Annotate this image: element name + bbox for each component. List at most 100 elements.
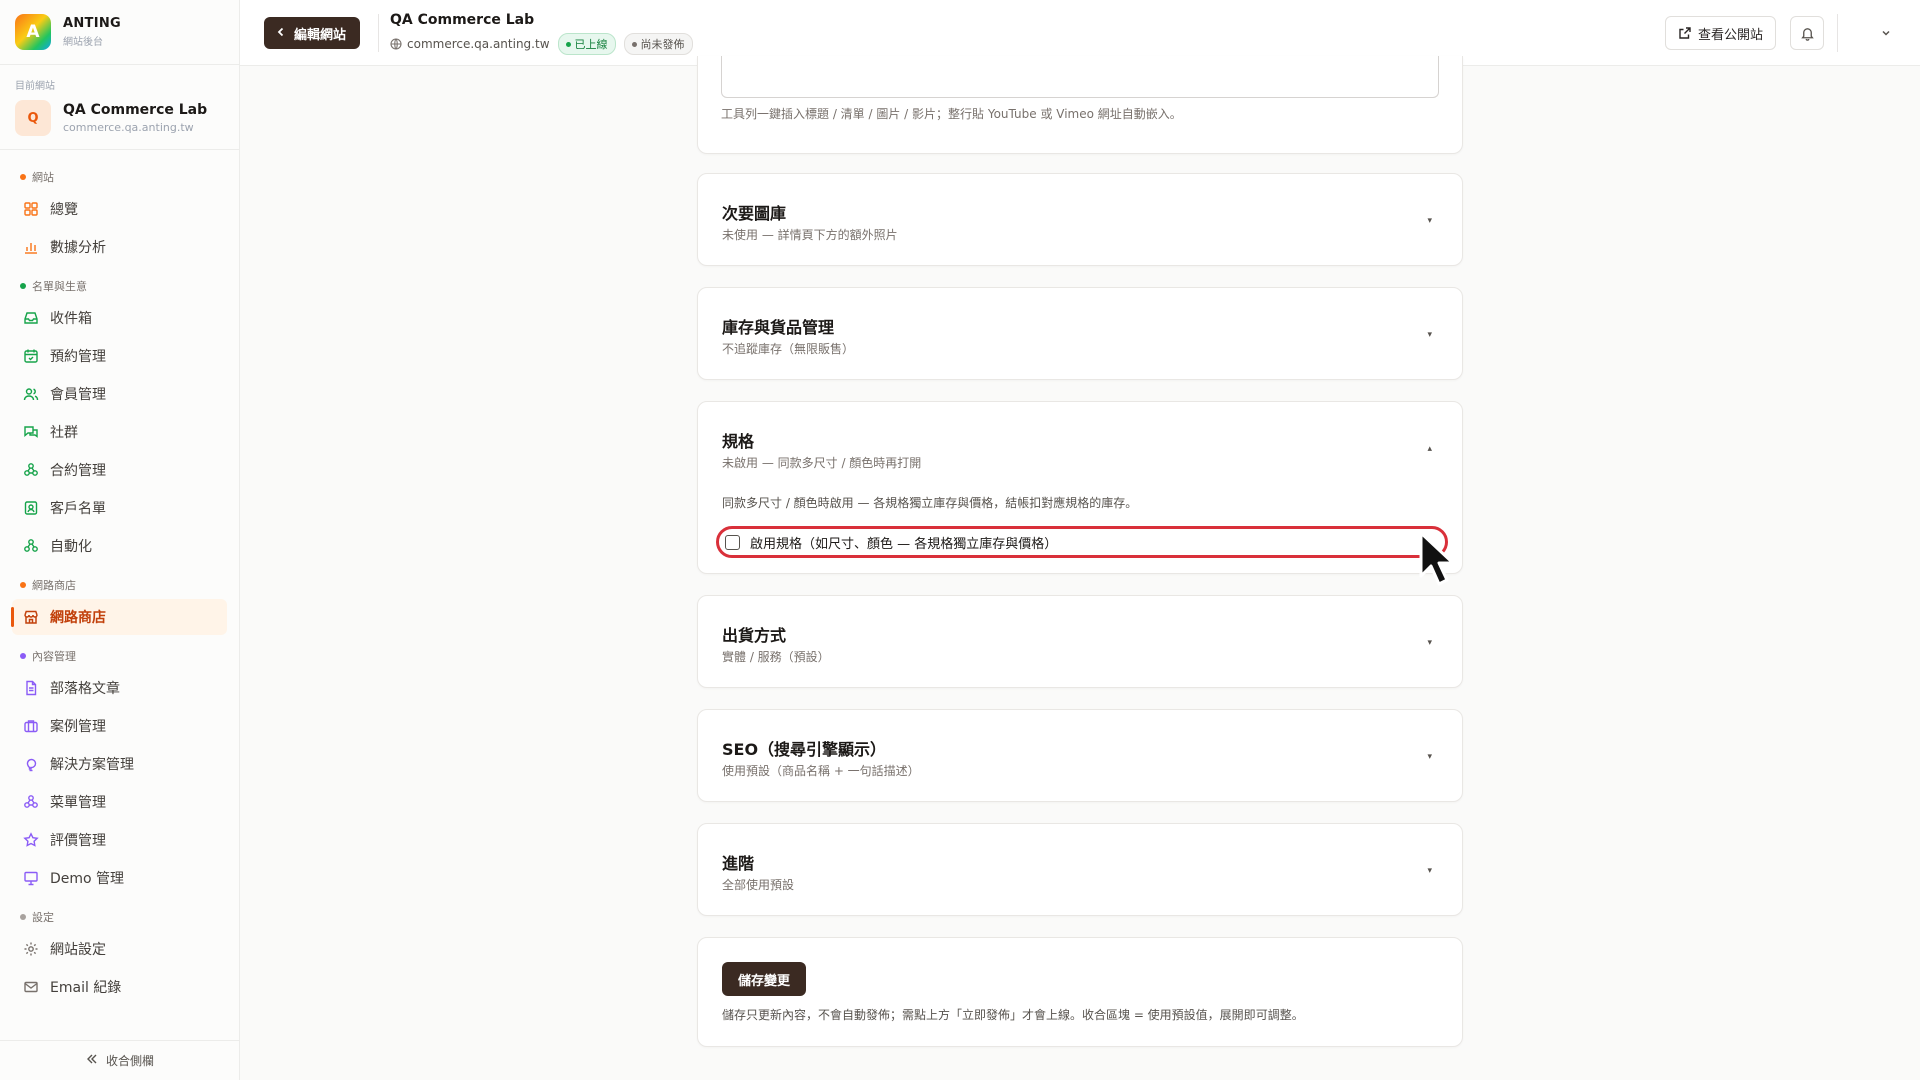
view-public-site-button[interactable]: 查看公開站 — [1665, 16, 1777, 50]
sidebar-item-contracts[interactable]: 合約管理 — [12, 452, 227, 488]
save-note: 儲存只更新內容，不會自動發佈；需點上方「立即發佈」才會上線。收合區塊 = 使用預… — [722, 1008, 1304, 1022]
enable-variants-checkbox[interactable] — [725, 534, 740, 550]
site-avatar: Q — [15, 100, 51, 136]
sidebar-item-inbox[interactable]: 收件箱 — [12, 300, 227, 336]
sidebar-item-label: 客戶名單 — [50, 501, 106, 517]
sidebar-item-blog[interactable]: 部落格文章 — [12, 670, 227, 706]
users-icon — [22, 385, 40, 403]
account-menu-button[interactable] — [1880, 24, 1892, 43]
sidebar-item-customers[interactable]: 客戶名單 — [12, 490, 227, 526]
section-dot — [20, 914, 26, 920]
brand-header: A ANTING 網站後台 — [0, 0, 239, 65]
status-badge-live: 已上線 — [557, 33, 616, 55]
enable-variants-highlight[interactable]: 啟用規格（如尺寸、顏色 — 各規格獨立庫存與價格） — [716, 526, 1448, 558]
sidebar-item-cases[interactable]: 案例管理 — [12, 708, 227, 744]
sidebar-item-analytics[interactable]: 數據分析 — [12, 229, 227, 265]
sidebar-item-label: 自動化 — [50, 539, 92, 555]
sidebar-item-menus[interactable]: 菜單管理 — [12, 784, 227, 820]
notifications-button[interactable] — [1790, 16, 1824, 50]
section-title: 出貨方式 — [722, 626, 787, 645]
sidebar-item-label: 合約管理 — [50, 463, 106, 479]
sidebar-item-label: 部落格文章 — [50, 681, 120, 697]
chevron-left-icon — [276, 26, 286, 40]
collapse-sidebar-button[interactable]: 收合側欄 — [0, 1040, 240, 1080]
sidebar-item-members[interactable]: 會員管理 — [12, 376, 227, 412]
chat-icon — [22, 423, 40, 441]
status-badge-unpublished: 尚未發佈 — [623, 33, 693, 55]
sidebar-item-demos[interactable]: Demo 管理 — [12, 860, 227, 896]
card-description-editor: 工具列一鍵插入標題 / 清單 / 圖片 / 影片；整行貼 YouTube 或 V… — [697, 56, 1463, 154]
document-icon — [22, 679, 40, 697]
sidebar-item-label: 社群 — [50, 425, 78, 441]
lightbulb-icon — [22, 755, 40, 773]
sidebar-item-label: 案例管理 — [50, 719, 106, 735]
section-subtitle: 實體 / 服務（預設） — [722, 650, 830, 664]
sidebar-item-label: 數據分析 — [50, 240, 106, 256]
sidebar-item-bookings[interactable]: 預約管理 — [12, 338, 227, 374]
divider — [378, 14, 379, 52]
sidebar-item-label: 總覽 — [50, 202, 78, 218]
briefcase-icon — [22, 717, 40, 735]
bell-icon — [1800, 27, 1814, 41]
sidebar-item-label: 評價管理 — [50, 833, 106, 849]
sidebar-item-label: 會員管理 — [50, 387, 106, 403]
sidebar-item-community[interactable]: 社群 — [12, 414, 227, 450]
card-inventory[interactable]: 庫存與貨品管理 不追蹤庫存（無限販售） ▾ — [697, 287, 1463, 380]
edit-site-button[interactable]: 編輯網站 — [264, 17, 361, 49]
section-dot — [20, 174, 26, 180]
store-icon — [22, 608, 40, 626]
chevron-down-icon[interactable]: ▾ — [1427, 216, 1432, 226]
nav-section-content: 內容管理 — [12, 637, 227, 670]
enable-variants-label[interactable]: 啟用規格（如尺寸、顏色 — 各規格獨立庫存與價格） — [750, 533, 1057, 552]
star-icon — [22, 831, 40, 849]
save-changes-button[interactable]: 儲存變更 — [722, 962, 807, 996]
collapse-sidebar-label: 收合側欄 — [105, 1054, 154, 1068]
bar-chart-icon — [22, 238, 40, 256]
sidebar-item-online-store[interactable]: 網路商店 — [11, 599, 227, 635]
sidebar-item-solutions[interactable]: 解決方案管理 — [12, 746, 227, 782]
chevron-down-icon[interactable]: ▾ — [1427, 638, 1432, 648]
current-site-switcher[interactable]: 目前網站 Q QA Commerce Lab commerce.qa.antin… — [0, 65, 239, 150]
editor-hint: 工具列一鍵插入標題 / 清單 / 圖片 / 影片；整行貼 YouTube 或 V… — [721, 107, 1182, 121]
card-advanced[interactable]: 進階 全部使用預設 ▾ — [697, 823, 1463, 916]
sidebar-item-label: 網路商店 — [50, 610, 106, 626]
calendar-icon — [22, 347, 40, 365]
brand-logo[interactable]: A — [15, 14, 51, 50]
external-link-icon — [1679, 27, 1691, 39]
chevron-down-icon[interactable]: ▾ — [1427, 866, 1432, 876]
brand-subtitle: 網站後台 — [63, 37, 103, 48]
presentation-icon — [22, 869, 40, 887]
status-draft-label: 尚未發佈 — [640, 38, 685, 51]
sidebar-item-email-log[interactable]: Email 紀錄 — [12, 969, 227, 1005]
chevron-down-icon[interactable]: ▾ — [1427, 752, 1432, 762]
status-dot — [565, 41, 571, 47]
sidebar-item-label: Demo 管理 — [50, 871, 125, 887]
sidebar-item-automation[interactable]: 自動化 — [12, 528, 227, 564]
mouse-cursor-icon — [1418, 530, 1458, 592]
site-domain[interactable]: commerce.qa.anting.tw — [407, 37, 550, 51]
status-dot — [631, 41, 637, 47]
sidebar-item-site-settings[interactable]: 網站設定 — [12, 931, 227, 967]
section-dot — [20, 582, 26, 588]
sidebar-item-reviews[interactable]: 評價管理 — [12, 822, 227, 858]
sidebar-nav: 網站 總覽 數據分析 名單與生意 收件箱 預約管理 會員管理 社群 合約管理 客… — [0, 150, 239, 1005]
section-title: 規格 — [722, 432, 755, 451]
nav-section-settings: 設定 — [12, 898, 227, 931]
sidebar-item-overview[interactable]: 總覽 — [12, 191, 227, 227]
section-subtitle: 使用預設（商品名稱 + 一句話描述） — [722, 764, 920, 778]
card-seo[interactable]: SEO（搜尋引擎顯示） 使用預設（商品名稱 + 一句話描述） ▾ — [697, 709, 1463, 802]
menu-icon — [22, 793, 40, 811]
variants-description: 同款多尺寸 / 顏色時啟用 — 各規格獨立庫存與價格，結帳扣對應規格的庫存。 — [722, 496, 1138, 510]
card-shipping[interactable]: 出貨方式 實體 / 服務（預設） ▾ — [697, 595, 1463, 688]
section-subtitle: 未啟用 — 同款多尺寸 / 顏色時再打開 — [722, 456, 922, 470]
section-title: 次要圖庫 — [722, 204, 787, 223]
chevron-up-icon[interactable]: ▴ — [1427, 444, 1432, 454]
nav-section-label: 內容管理 — [32, 650, 76, 663]
sidebar-item-label: Email 紀錄 — [50, 980, 122, 996]
chevron-down-icon[interactable]: ▾ — [1427, 330, 1432, 340]
rich-text-editor[interactable] — [721, 56, 1439, 98]
nav-section-shop: 網路商店 — [12, 566, 227, 599]
mail-icon — [22, 978, 40, 996]
card-secondary-gallery[interactable]: 次要圖庫 未使用 — 詳情頁下方的額外照片 ▾ — [697, 173, 1463, 266]
network-icon — [22, 461, 40, 479]
